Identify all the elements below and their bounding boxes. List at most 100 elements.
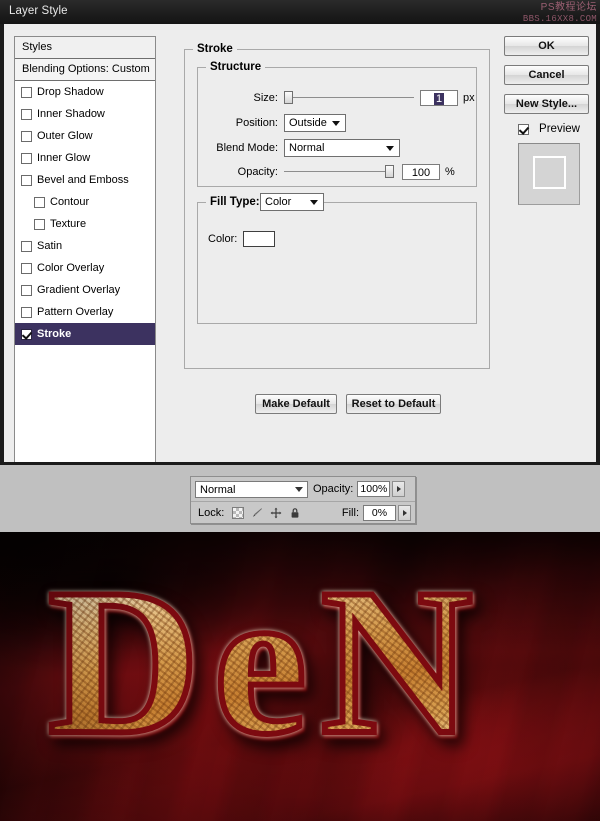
lock-icons-group [232, 507, 301, 519]
opacity-unit: % [445, 166, 455, 178]
effect-checkbox[interactable] [21, 175, 32, 186]
layer-blend-mode-select[interactable]: Normal [195, 481, 308, 498]
artwork-text-fill: DeN [48, 546, 487, 778]
layer-fill-slider-button[interactable] [398, 505, 411, 521]
layer-fill-input[interactable]: 0% [363, 505, 396, 521]
make-default-button[interactable]: Make Default [255, 394, 337, 414]
styles-header[interactable]: Styles [15, 37, 155, 59]
layers-mode-row: Normal Opacity: 100% [191, 477, 415, 501]
size-slider-thumb[interactable] [284, 91, 293, 104]
structure-group: Structure Size: 1 px Position: [197, 67, 477, 187]
effect-label: Contour [50, 191, 89, 213]
effect-checkbox[interactable] [21, 131, 32, 142]
color-row: Color: [208, 231, 275, 247]
chevron-down-icon [332, 121, 340, 126]
layers-panel-area: Normal Opacity: 100% Lock: [0, 462, 600, 532]
window-titlebar: Layer Style PS教程论坛 BBS.16XX8.COM [0, 0, 600, 25]
fill-type-value: Color [265, 196, 291, 208]
fill-type-select[interactable]: Color [260, 193, 324, 211]
layer-opacity-label: Opacity: [313, 483, 353, 495]
blending-options-row[interactable]: Blending Options: Custom [15, 59, 155, 81]
effect-item[interactable]: Inner Shadow [15, 103, 155, 125]
effect-checkbox[interactable] [34, 219, 45, 230]
size-slider[interactable] [284, 91, 414, 105]
pixels-lock-icon[interactable] [251, 507, 263, 519]
structure-group-legend: Structure [206, 61, 265, 73]
opacity-slider[interactable] [284, 165, 394, 179]
effect-item[interactable]: Color Overlay [15, 257, 155, 279]
layer-style-dialog: Styles Blending Options: Custom Drop Sha… [0, 24, 600, 462]
effect-label: Color Overlay [37, 257, 104, 279]
effect-item[interactable]: Outer Glow [15, 125, 155, 147]
fill-label: Fill: [342, 507, 359, 519]
watermark-line-1: PS教程论坛 [493, 0, 597, 13]
chevron-down-icon [386, 146, 394, 151]
effect-label: Bevel and Emboss [37, 169, 129, 191]
blend-mode-select[interactable]: Normal [284, 139, 400, 157]
effect-item[interactable]: Contour [15, 191, 155, 213]
effect-item[interactable]: Satin [15, 235, 155, 257]
effect-checkbox[interactable] [21, 307, 32, 318]
preview-label: Preview [539, 123, 580, 135]
effect-label: Inner Shadow [37, 103, 105, 125]
watermark-line-2: BBS.16XX8.COM [493, 13, 597, 24]
stroke-group: Stroke Structure Size: 1 px [184, 49, 490, 369]
position-value: Outside [289, 117, 327, 129]
fill-type-group: Fill Type: Color Color: [197, 202, 477, 324]
effect-item[interactable]: Stroke [15, 323, 155, 345]
layer-fill-group: Fill: 0% [337, 505, 411, 521]
effect-checkbox[interactable] [21, 109, 32, 120]
size-slider-track [284, 97, 414, 98]
opacity-input[interactable]: 100 [402, 164, 440, 180]
effect-label: Pattern Overlay [37, 301, 113, 323]
opacity-slider-track [284, 171, 394, 172]
effect-item[interactable]: Bevel and Emboss [15, 169, 155, 191]
position-select[interactable]: Outside [284, 114, 346, 132]
opacity-slider-thumb[interactable] [385, 165, 394, 178]
color-swatch[interactable] [243, 231, 275, 247]
effect-item[interactable]: Drop Shadow [15, 81, 155, 103]
layers-lock-row: Lock: Fill: 0% [191, 501, 415, 524]
preview-stroke-shape [533, 156, 566, 189]
effect-checkbox[interactable] [21, 329, 32, 340]
layer-opacity-slider-button[interactable] [392, 481, 405, 497]
layer-blend-mode-value: Normal [200, 484, 235, 496]
preview-toggle-row[interactable]: Preview [504, 123, 594, 135]
effect-label: Gradient Overlay [37, 279, 120, 301]
effect-checkbox[interactable] [21, 87, 32, 98]
ok-button[interactable]: OK [504, 36, 589, 56]
all-lock-icon[interactable] [289, 507, 301, 519]
position-label: Position: [198, 117, 278, 129]
color-label: Color: [208, 233, 237, 245]
effect-item[interactable]: Texture [15, 213, 155, 235]
size-row: Size: 1 px [198, 90, 476, 106]
photoshop-layer-style-window: Layer Style PS教程论坛 BBS.16XX8.COM Styles … [0, 0, 600, 821]
size-label: Size: [198, 92, 278, 104]
reset-to-default-button[interactable]: Reset to Default [346, 394, 441, 414]
effect-checkbox[interactable] [21, 263, 32, 274]
effect-checkbox[interactable] [34, 197, 45, 208]
chevron-down-icon [310, 200, 318, 205]
effect-label: Drop Shadow [37, 81, 104, 103]
effect-item[interactable]: Inner Glow [15, 147, 155, 169]
effect-label: Texture [50, 213, 86, 235]
effect-label: Satin [37, 235, 62, 257]
transparency-lock-icon[interactable] [232, 507, 244, 519]
cancel-button[interactable]: Cancel [504, 65, 589, 85]
effects-list: Drop ShadowInner ShadowOuter GlowInner G… [15, 81, 155, 345]
preview-checkbox[interactable] [518, 124, 529, 135]
effect-checkbox[interactable] [21, 285, 32, 296]
position-lock-icon[interactable] [270, 507, 282, 519]
stroke-group-legend: Stroke [193, 43, 237, 55]
size-input[interactable]: 1 [420, 90, 458, 106]
effect-item[interactable]: Gradient Overlay [15, 279, 155, 301]
effect-checkbox[interactable] [21, 241, 32, 252]
effect-checkbox[interactable] [21, 153, 32, 164]
chevron-down-icon [295, 487, 303, 492]
dialog-action-buttons: OK Cancel New Style... Preview [504, 36, 594, 205]
effect-item[interactable]: Pattern Overlay [15, 301, 155, 323]
new-style-button[interactable]: New Style... [504, 94, 589, 114]
effect-label: Stroke [37, 323, 71, 345]
fill-type-label: Fill Type: [206, 196, 262, 208]
layer-opacity-input[interactable]: 100% [357, 481, 390, 497]
